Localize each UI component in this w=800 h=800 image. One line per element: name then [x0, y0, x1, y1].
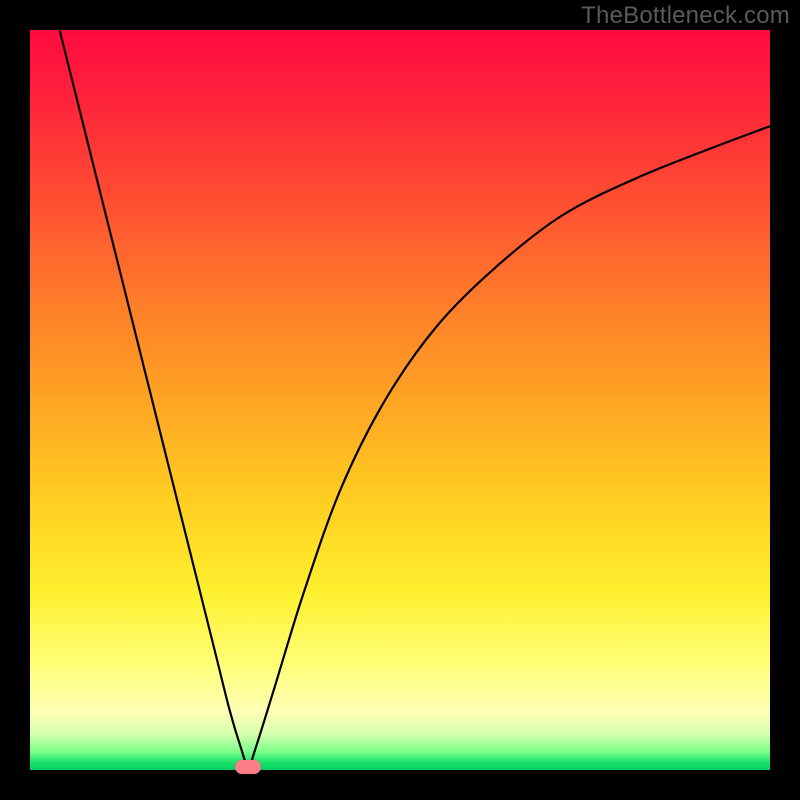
plot-area [30, 30, 770, 770]
watermark-text: TheBottleneck.com [581, 2, 790, 30]
bottleneck-curve [60, 30, 770, 766]
curve-svg [30, 30, 770, 770]
chart-frame: TheBottleneck.com [0, 0, 800, 800]
min-marker [235, 760, 261, 774]
